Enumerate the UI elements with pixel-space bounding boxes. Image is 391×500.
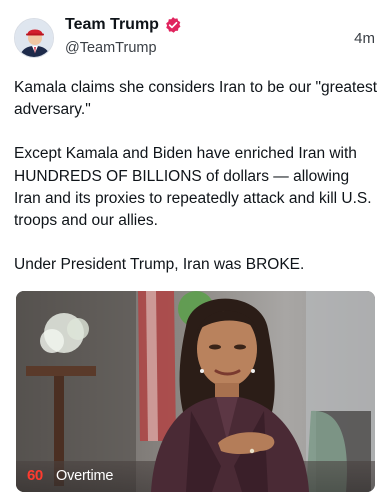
name-row: Team Trump [65, 16, 182, 34]
user-avatar-icon [15, 19, 53, 57]
verified-badge-icon [166, 17, 181, 33]
avatar[interactable] [14, 18, 54, 58]
program-logo-number: 60 [27, 467, 43, 484]
user-handle[interactable]: @TeamTrump [65, 40, 157, 56]
post-header: Team Trump @TeamTrump 4m [14, 16, 377, 62]
post-card: Team Trump @TeamTrump 4m Kamala claims s… [0, 0, 391, 500]
post-timestamp: 4m [354, 30, 375, 47]
post-text: Kamala claims she considers Iran to be o… [14, 77, 380, 276]
post-paragraph: Except Kamala and Biden have enriched Ir… [14, 145, 372, 230]
video-thumbnail[interactable]: 60 Overtime [16, 291, 375, 492]
interview-scene-image [16, 291, 375, 492]
post-paragraph: Kamala claims she considers Iran to be o… [14, 79, 378, 119]
post-paragraph: Under President Trump, Iran was BROKE. [14, 256, 305, 274]
display-name[interactable]: Team Trump [65, 16, 159, 34]
program-logo-text: Overtime [56, 468, 114, 484]
